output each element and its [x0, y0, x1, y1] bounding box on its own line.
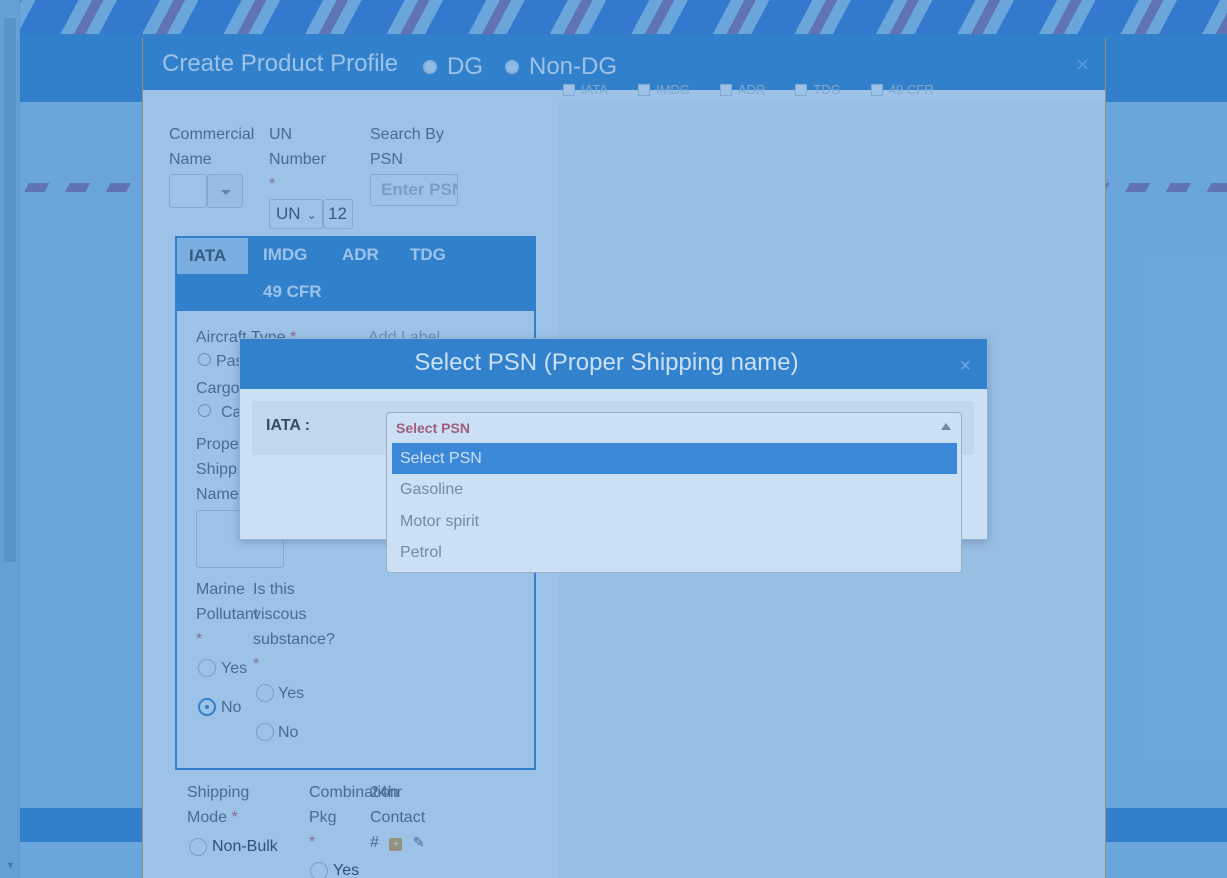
psn-select-value: Select PSN	[396, 420, 470, 436]
psn-option[interactable]: Petrol	[392, 537, 957, 568]
caret-up-icon	[941, 423, 951, 430]
psn-option[interactable]: Select PSN	[392, 443, 957, 474]
close-icon[interactable]: ×	[959, 355, 971, 378]
iata-label: IATA :	[266, 417, 311, 434]
psn-modal-title: Select PSN (Proper Shipping name)	[414, 349, 799, 376]
psn-option[interactable]: Gasoline	[392, 474, 957, 505]
psn-select[interactable]: Select PSN	[386, 412, 962, 442]
psn-option[interactable]: Motor spirit	[392, 506, 957, 537]
psn-modal-header: Select PSN (Proper Shipping name) ×	[240, 339, 987, 389]
psn-dropdown-list: Select PSN Gasoline Motor spirit Petrol	[386, 441, 962, 573]
